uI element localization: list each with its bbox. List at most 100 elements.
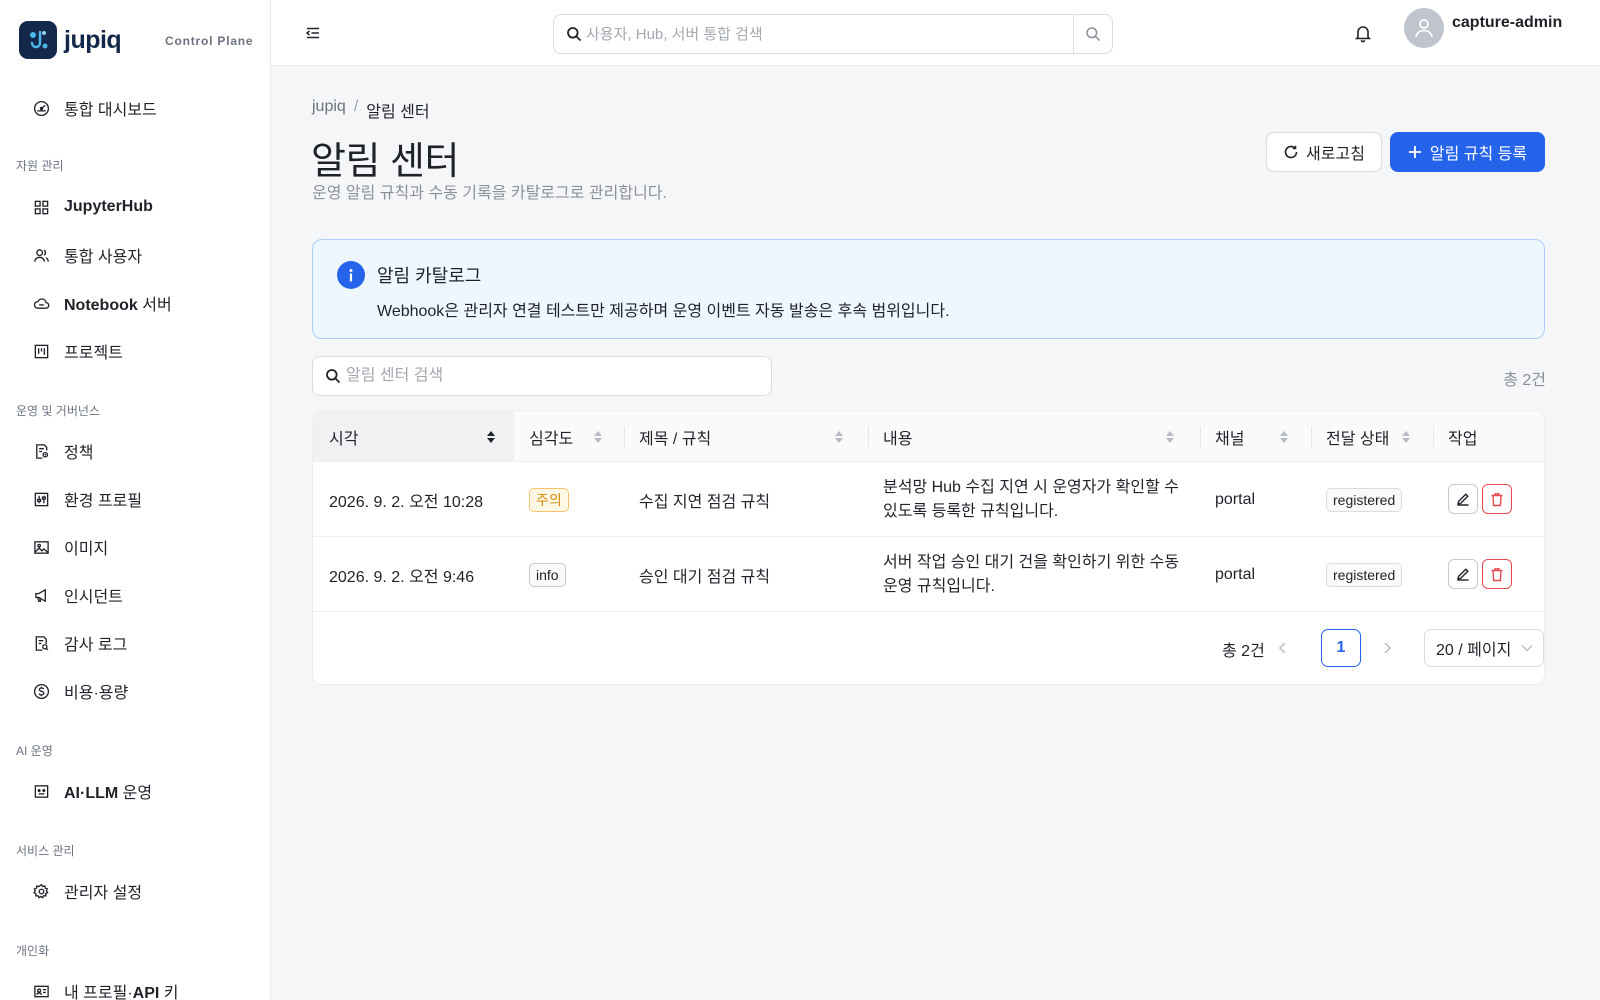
sidebar-item-label: 프로젝트: [64, 345, 123, 362]
sidebar-section-label: 개인화: [16, 944, 50, 958]
sidebar-item-audit-log[interactable]: 감사 로그: [16, 623, 254, 663]
column-label: 심각도: [529, 430, 574, 448]
brand[interactable]: jupiq: [19, 21, 122, 59]
sidebar-item-label: 통합 대시보드: [64, 102, 157, 119]
users-icon: [34, 248, 49, 262]
column-header-channel[interactable]: 채널: [1200, 411, 1311, 462]
breadcrumb-root[interactable]: jupiq: [312, 98, 346, 122]
sort-icon: [1166, 431, 1174, 443]
table-header: 시각 심각도 제목 / 규칙 내용 채널 전달 상태 작업: [313, 411, 1544, 462]
page-title: 알림 센터: [311, 141, 459, 183]
cell-time: 2026. 9. 2. 오전 10:28: [329, 493, 483, 511]
column-label: 내용: [883, 430, 913, 448]
bell-icon[interactable]: [1353, 23, 1373, 43]
user-name: capture-admin: [1452, 14, 1563, 31]
page-size-value: 20 / 페이지: [1436, 642, 1512, 659]
add-rule-button[interactable]: 알림 규칙 등록: [1390, 132, 1545, 172]
sidebar-item-label: JupyterHub: [64, 198, 153, 215]
global-search: [553, 14, 1113, 54]
cell-time: 2026. 9. 2. 오전 9:46: [329, 568, 475, 586]
add-rule-label: 알림 규칙 등록: [1429, 146, 1528, 163]
search-icon: [1086, 27, 1101, 42]
sidebar-item-notebook[interactable]: Notebook 서버: [16, 283, 254, 323]
page-subtitle: 운영 알림 규칙과 수동 기록을 카탈로그로 관리합니다.: [312, 185, 667, 202]
sidebar-item-dashboard[interactable]: 통합 대시보드: [16, 88, 254, 128]
menu-collapse-icon[interactable]: [304, 24, 322, 42]
sidebar-section-label: AI 운영: [16, 744, 53, 758]
table-row: 2026. 9. 2. 오전 9:46 info 승인 대기 점검 규칙 서버 …: [313, 537, 1544, 612]
edit-button[interactable]: [1448, 559, 1478, 589]
pagination-prev-button[interactable]: [1273, 638, 1293, 658]
status-badge: registered: [1326, 562, 1403, 587]
severity-badge: info: [529, 562, 566, 587]
alerts-table: 시각 심각도 제목 / 규칙 내용 채널 전달 상태 작업 2026. 9. 2…: [312, 410, 1545, 685]
megaphone-icon: [35, 588, 46, 602]
sidebar-item-label: 인시던트: [64, 589, 123, 606]
delete-button[interactable]: [1482, 559, 1512, 589]
refresh-icon: [1284, 145, 1298, 159]
sort-icon: [1402, 431, 1410, 443]
sidebar-item-label: 통합 사용자: [64, 249, 143, 266]
sidebar-item-ai-llm[interactable]: AI·LLM 운영: [16, 771, 254, 811]
column-label: 제목 / 규칙: [639, 430, 712, 448]
global-search-input[interactable]: [586, 25, 1073, 43]
column-header-severity[interactable]: 심각도: [514, 411, 624, 462]
sidebar-item-label: 키: [159, 985, 179, 1000]
sidebar-item-jupyterhub[interactable]: JupyterHub: [16, 187, 254, 227]
sidebar-item-label-bold: Notebook: [64, 297, 138, 314]
sidebar-item-incidents[interactable]: 인시던트: [16, 575, 254, 615]
search-icon: [326, 369, 341, 384]
sort-icon: [835, 431, 843, 443]
refresh-button[interactable]: 새로고침: [1266, 132, 1382, 172]
breadcrumb-separator: /: [353, 98, 359, 115]
sidebar-item-images[interactable]: 이미지: [16, 527, 254, 567]
topbar: capture-admin: [271, 0, 1600, 66]
sidebar-item-label: 환경 프로필: [64, 493, 143, 510]
info-title: 알림 카탈로그: [377, 266, 482, 286]
sidebar-item-admin-settings[interactable]: 관리자 설정: [16, 871, 254, 911]
table-search-input[interactable]: [346, 367, 771, 385]
sidebar-item-label: 서버: [137, 297, 172, 314]
sidebar-section-label: 운영 및 거버넌스: [16, 404, 100, 418]
sidebar-item-cost[interactable]: 비용·용량: [16, 671, 254, 711]
search-icon: [567, 27, 582, 42]
cell-content: 서버 작업 승인 대기 건을 확인하기 위한 수동 운영 규칙입니다.: [883, 553, 1180, 595]
sidebar-item-label: 관리자 설정: [64, 885, 143, 902]
sidebar-item-label-bold: API: [132, 985, 160, 1000]
sidebar-section-label: 자원 관리: [16, 159, 64, 173]
sidebar-item-policy[interactable]: 정책: [16, 431, 254, 471]
cell-status: registered: [1326, 462, 1403, 537]
column-header-content[interactable]: 내용: [868, 411, 1200, 462]
column-header-actions: 작업: [1433, 411, 1544, 462]
breadcrumb-current: 알림 센터: [366, 104, 430, 121]
sort-icon: [1280, 431, 1288, 443]
sidebar-item-projects[interactable]: 프로젝트: [16, 331, 254, 371]
pagination-page-current[interactable]: 1: [1321, 629, 1361, 667]
cell-title: 수집 지연 점검 규칙: [639, 493, 771, 511]
sidebar-item-label: 정책: [64, 445, 94, 462]
page-size-select[interactable]: 20 / 페이지: [1424, 629, 1544, 667]
delete-button[interactable]: [1482, 484, 1512, 514]
status-badge: registered: [1326, 487, 1403, 512]
sidebar-item-label: 운영: [118, 785, 153, 802]
avatar: [1404, 8, 1444, 48]
pagination-total: 총 2건: [1222, 643, 1265, 660]
column-header-title[interactable]: 제목 / 규칙: [624, 411, 868, 462]
global-search-button[interactable]: [1073, 15, 1112, 53]
info-alert: 알림 카탈로그 Webhook은 관리자 연결 테스트만 제공하며 운영 이벤트…: [312, 239, 1545, 339]
pencil-icon: [1457, 568, 1469, 581]
sidebar-item-users[interactable]: 통합 사용자: [16, 235, 254, 275]
user-menu[interactable]: capture-admin: [1404, 8, 1562, 48]
pencil-icon: [1457, 493, 1469, 506]
sidebar-item-my-profile[interactable]: 내 프로필·API 키: [16, 971, 254, 1000]
sidebar-item-env-profile[interactable]: 환경 프로필: [16, 479, 254, 519]
sidebar-item-label: 감사 로그: [64, 637, 128, 654]
id-card-icon: [34, 985, 49, 997]
sidebar-item-label: 이미지: [64, 541, 109, 558]
cell-status: registered: [1326, 537, 1403, 612]
edit-button[interactable]: [1448, 484, 1478, 514]
sidebar-section-label: 서비스 관리: [16, 844, 75, 858]
column-header-status[interactable]: 전달 상태: [1311, 411, 1433, 462]
pagination-next-button[interactable]: [1377, 638, 1397, 658]
column-header-time[interactable]: 시각: [313, 411, 514, 462]
